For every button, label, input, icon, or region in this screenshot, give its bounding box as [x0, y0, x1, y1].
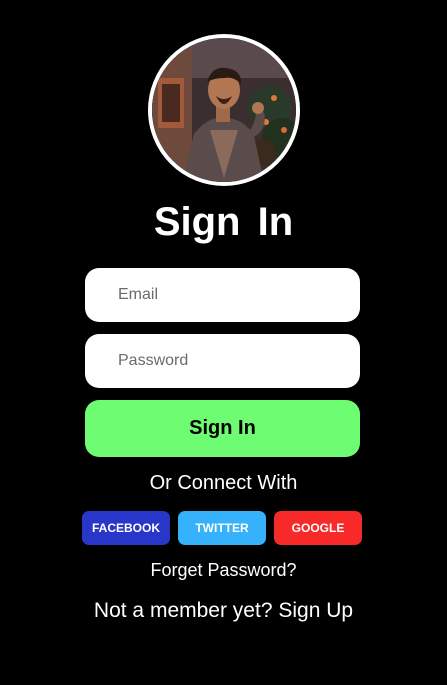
- facebook-button[interactable]: FACEBOOK: [82, 511, 170, 545]
- connect-label: Or Connect With: [149, 472, 298, 494]
- member-prompt: Not a member yet?: [93, 599, 273, 622]
- page-title: Sign In: [153, 200, 294, 244]
- profile-photo-icon: [152, 38, 296, 182]
- forget-password-link[interactable]: Forget Password?: [150, 560, 296, 580]
- avatar: [148, 34, 300, 186]
- password-field[interactable]: [85, 334, 360, 388]
- signin-page: Sign In Sign In Or Connect With FACEBOOK…: [0, 0, 447, 685]
- google-button[interactable]: GOOGLE: [274, 511, 362, 545]
- twitter-button[interactable]: TWITTER: [178, 511, 266, 545]
- sign-in-button[interactable]: Sign In: [85, 400, 360, 457]
- email-field[interactable]: [85, 268, 360, 322]
- sign-up-link[interactable]: Sign Up: [278, 599, 353, 622]
- member-row: Not a member yet? Sign Up: [0, 599, 447, 623]
- forget-password-row: Forget Password?: [0, 560, 447, 581]
